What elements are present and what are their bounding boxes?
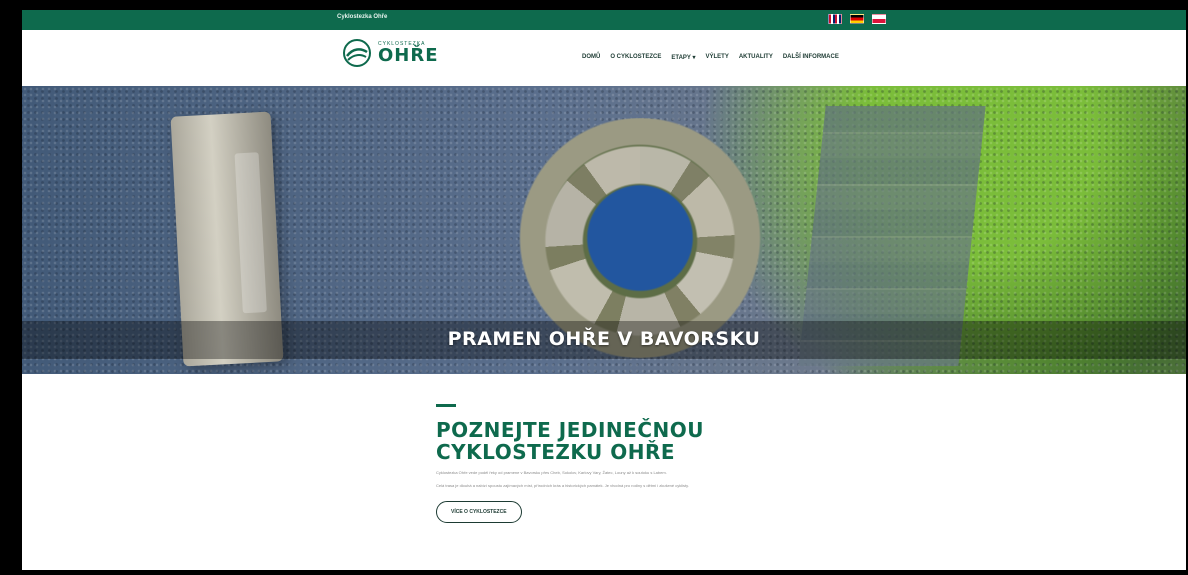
main-navbar: CYKLOSTEZKA OHŘE DOMŮ O CYKLOSTEZCE ETAP… bbox=[22, 30, 1186, 86]
menu-item-dalsi-informace[interactable]: DALŠÍ INFORMACE bbox=[783, 54, 839, 61]
menu-item-domu[interactable]: DOMŮ bbox=[582, 54, 600, 61]
browser-viewport: Cyklostezka Ohře CYKLOSTEZKA OHŘE DOMŮ O… bbox=[22, 10, 1186, 570]
hero-title: PRAMEN OHŘE V BAVORSKU bbox=[447, 328, 761, 350]
intro-paragraph-1: Cyklostezka Ohře vede podél řeky od pram… bbox=[436, 470, 667, 475]
logo-mark-icon bbox=[343, 39, 371, 67]
intro-heading-line2: CYKLOSTEZKU OHŘE bbox=[436, 440, 676, 464]
intro-section: POZNEJTE JEDINEČNOU CYKLOSTEZKU OHŘE Cyk… bbox=[436, 404, 796, 523]
language-switcher bbox=[828, 14, 886, 24]
menu-item-vylety[interactable]: VÝLETY bbox=[706, 54, 729, 61]
flag-de-icon[interactable] bbox=[850, 14, 864, 24]
flag-pl-icon[interactable] bbox=[872, 14, 886, 24]
accent-line bbox=[436, 404, 456, 407]
menu-item-o-cyklostezce[interactable]: O CYKLOSTEZCE bbox=[610, 54, 661, 61]
top-bar-link[interactable]: Cyklostezka Ohře bbox=[337, 14, 387, 20]
site-logo[interactable]: CYKLOSTEZKA OHŘE bbox=[342, 38, 439, 68]
more-about-button[interactable]: VÍCE O CYKLOSTEZCE bbox=[436, 501, 522, 523]
top-bar: Cyklostezka Ohře bbox=[22, 10, 1186, 30]
hero-section: PRAMEN OHŘE V BAVORSKU bbox=[22, 86, 1186, 374]
intro-heading-line1: POZNEJTE JEDINEČNOU bbox=[436, 418, 704, 442]
flag-en-icon[interactable] bbox=[828, 14, 842, 24]
logo-big-text: OHŘE bbox=[378, 44, 439, 66]
intro-heading: POZNEJTE JEDINEČNOU CYKLOSTEZKU OHŘE bbox=[436, 419, 796, 463]
intro-paragraph-2: Celá trasa je dlouhá a nabízí spoustu za… bbox=[436, 483, 689, 488]
main-menu: DOMŮ O CYKLOSTEZCE ETAPY ▾ VÝLETY AKTUAL… bbox=[582, 54, 839, 61]
menu-item-etapy[interactable]: ETAPY ▾ bbox=[671, 54, 695, 61]
menu-item-aktuality[interactable]: AKTUALITY bbox=[739, 54, 773, 61]
